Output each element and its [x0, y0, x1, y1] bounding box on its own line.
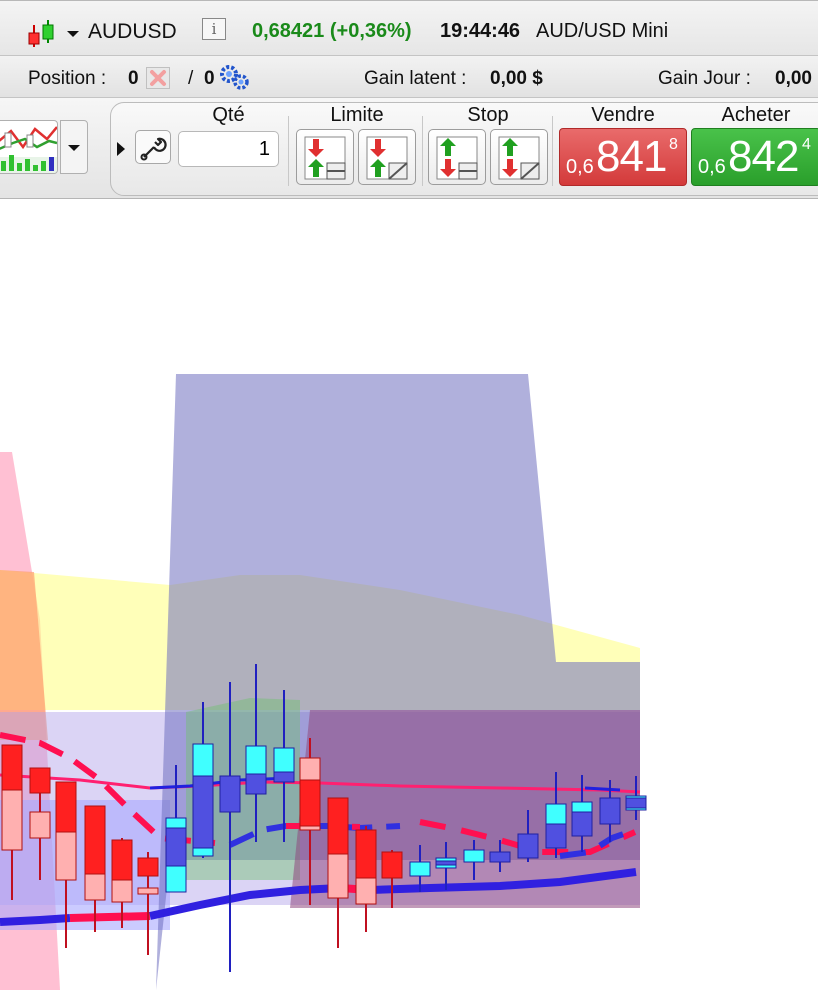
sell-label: Vendre	[591, 104, 655, 126]
chart-type-icon[interactable]	[0, 120, 58, 174]
candle	[55, 781, 77, 833]
candle	[463, 849, 485, 863]
candle	[327, 797, 349, 855]
limit-buy-order-button[interactable]	[296, 129, 354, 185]
blue-ma-segment	[584, 786, 621, 792]
expand-arrow-icon[interactable]	[117, 142, 125, 156]
limit-label: Limite	[330, 104, 384, 126]
buy-button[interactable]: 0,6 842 4	[691, 128, 818, 186]
stop-buy-order-button[interactable]	[428, 129, 486, 185]
candle	[137, 857, 159, 877]
candle	[165, 827, 187, 867]
candle	[545, 823, 567, 849]
candle	[273, 771, 295, 783]
candle	[111, 879, 133, 903]
position-separator: /	[188, 68, 194, 89]
slow-ma-line	[0, 914, 71, 926]
candle	[84, 805, 106, 875]
candle	[137, 887, 159, 895]
candle	[571, 811, 593, 837]
limit-sell-order-button[interactable]	[358, 129, 416, 185]
gain-jour-value: 0,00	[775, 68, 812, 89]
position-label: Position :	[28, 68, 107, 89]
info-icon[interactable]: i	[202, 18, 226, 40]
wrench-icon[interactable]	[135, 130, 171, 164]
quote-time: 19:44:46	[440, 20, 521, 42]
candle	[299, 779, 321, 827]
separator	[552, 116, 553, 186]
buy-price-main: 842	[728, 132, 799, 181]
orders-count: 0	[204, 68, 215, 89]
gain-latent-label: Gain latent :	[364, 68, 467, 89]
quantity-input[interactable]	[178, 131, 279, 167]
cancel-x-icon[interactable]	[146, 67, 170, 89]
candle	[245, 773, 267, 795]
candle	[1, 789, 23, 851]
instrument-dropdown-caret[interactable]	[67, 31, 79, 37]
candle	[1, 744, 23, 791]
chart-type-dropdown[interactable]	[60, 120, 88, 174]
gain-jour-label: Gain Jour :	[658, 68, 751, 89]
candle	[381, 851, 403, 879]
qty-label: Qté	[212, 104, 245, 126]
candle	[29, 811, 51, 839]
candle	[327, 853, 349, 899]
candle	[355, 877, 377, 905]
instrument-header: AUDUSD i 0,68421 (+0,36%) 19:44:46 AUD/U…	[0, 0, 818, 56]
candlestick-icon[interactable]	[26, 19, 56, 49]
candle	[84, 873, 106, 901]
candle	[435, 860, 457, 866]
candle	[517, 833, 539, 859]
sell-price-main: 841	[596, 132, 667, 181]
buy-price-prefix: 0,6	[698, 156, 726, 178]
stop-sell-order-button[interactable]	[490, 129, 548, 185]
candle	[409, 861, 431, 877]
gain-latent-value: 0,00 $	[490, 68, 543, 89]
sell-button[interactable]: 0,6 841 8	[559, 128, 687, 186]
sell-price-pip: 8	[669, 136, 678, 153]
order-toolbar: Qté Limite Stop	[0, 98, 818, 199]
separator	[422, 116, 423, 186]
market-name: AUD/USD Mini	[536, 20, 669, 42]
candle	[29, 767, 51, 794]
candle	[489, 851, 511, 863]
candle	[625, 797, 647, 809]
sell-price-prefix: 0,6	[566, 156, 594, 178]
candle	[55, 831, 77, 881]
stop-label: Stop	[467, 104, 509, 126]
position-value: 0	[128, 68, 139, 89]
candle	[192, 775, 214, 849]
position-bar: Position : 0 / 0 Gain latent : 0,00 $ Ga…	[0, 56, 818, 98]
buy-label: Acheter	[721, 104, 791, 126]
buy-price-pip: 4	[802, 136, 811, 153]
gears-icon[interactable]	[218, 63, 250, 91]
candle	[355, 829, 377, 879]
price-chart[interactable]	[0, 199, 818, 992]
candle	[599, 797, 621, 825]
separator	[288, 116, 289, 186]
instrument-symbol[interactable]: AUDUSD	[88, 20, 177, 44]
price-change: 0,68421 (+0,36%)	[252, 20, 412, 42]
slow-ma-line	[69, 912, 151, 922]
candle	[219, 775, 241, 813]
candle	[111, 839, 133, 881]
